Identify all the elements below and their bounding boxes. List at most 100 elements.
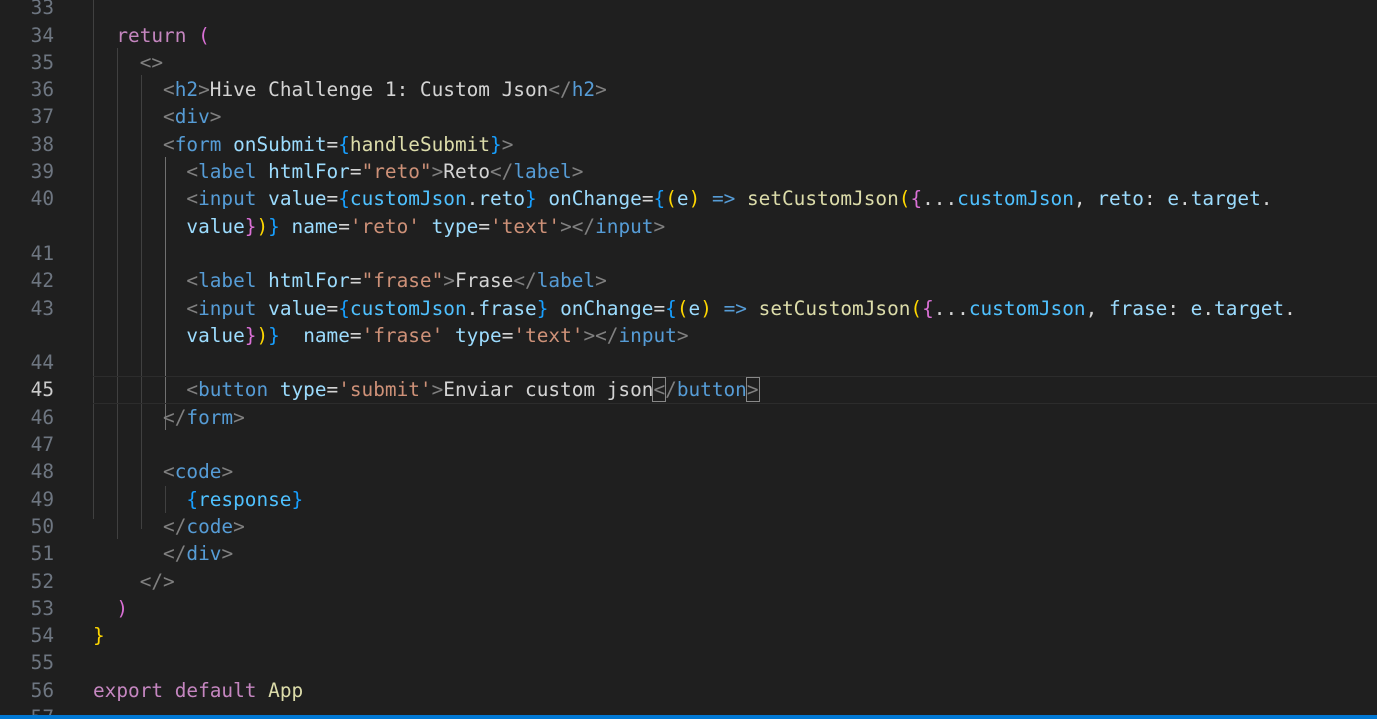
code-token: e [1167, 187, 1180, 211]
code-line[interactable]: 33 [0, 0, 1377, 22]
line-number: 48 [30, 460, 54, 484]
code-token: "frase" [361, 269, 444, 293]
code-token: value [268, 296, 327, 320]
line-code: value})} name='reto' type='text'></input… [93, 213, 665, 240]
code-token: onSubmit [233, 132, 327, 156]
status-bar-edge [0, 715, 1377, 719]
code-line[interactable]: value})} name='reto' type='text'></input… [0, 213, 1377, 240]
code-token: type [455, 323, 502, 347]
code-token: Reto [443, 160, 490, 183]
code-line[interactable]: 56 export default App [0, 677, 1377, 704]
code-token: </ [93, 542, 187, 566]
code-token: > [221, 542, 234, 566]
code-token: < [652, 377, 667, 403]
code-line[interactable]: 48 <code> [0, 458, 1377, 485]
code-token: ( [898, 187, 911, 211]
code-token: . [466, 296, 479, 320]
code-line[interactable]: 36 <h2>Hive Challenge 1: Custom Json</h2… [0, 76, 1377, 103]
line-code: </code> [93, 513, 245, 540]
code-line[interactable]: 38 <form onSubmit={handleSubmit}> [0, 131, 1377, 158]
code-token: > [595, 78, 607, 102]
code-token: default [174, 678, 257, 702]
code-token: customJson [349, 187, 467, 211]
code-token: => [711, 187, 736, 211]
code-token: type [279, 378, 327, 402]
code-line[interactable]: 47 [0, 431, 1377, 458]
code-line[interactable]: 42 <label htmlFor="frase">Frase</label> [0, 267, 1377, 294]
code-editor[interactable]: 33 34 return (35 <> 36 <h2>Hive Challenge … [0, 0, 1377, 719]
code-token: label [198, 269, 257, 293]
code-line[interactable]: 54} [0, 622, 1377, 649]
code-token: > [198, 78, 210, 102]
line-number: 35 [30, 50, 54, 74]
code-token: ) [93, 596, 129, 620]
code-token: = [338, 214, 350, 238]
code-token: . [1179, 187, 1191, 211]
code-token: } [490, 132, 502, 156]
line-code: <label htmlFor="frase">Frase</label> [93, 267, 606, 294]
code-line[interactable]: 35 <> [0, 49, 1377, 76]
code-line[interactable]: 46 </form> [0, 404, 1377, 431]
code-token: frase [478, 296, 537, 320]
code-token: = [326, 187, 339, 211]
line-code: export default App [93, 677, 303, 704]
code-line[interactable]: 49 {response} [0, 486, 1377, 513]
line-code: </div> [93, 540, 233, 567]
code-token: } [291, 487, 304, 511]
code-token: : [1143, 187, 1168, 211]
line-number: 37 [30, 105, 54, 129]
line-number: 56 [30, 678, 54, 702]
code-token: ) [688, 187, 701, 211]
code-token: customJson [957, 187, 1074, 211]
code-line[interactable]: 53 ) [0, 595, 1377, 622]
line-number: 49 [30, 487, 54, 511]
code-line[interactable]: 55 [0, 649, 1377, 676]
code-token: < [93, 269, 199, 293]
code-token: } [536, 296, 549, 320]
code-token: < [93, 160, 199, 183]
code-line[interactable]: 43 <input value={customJson.frase} onCha… [0, 295, 1377, 322]
code-token: ... [933, 296, 969, 320]
code-line[interactable]: 44 [0, 349, 1377, 376]
code-token: > [233, 514, 245, 538]
code-token: ( [910, 296, 923, 320]
code-line[interactable]: 51 </div> [0, 540, 1377, 567]
code-token: input [618, 323, 677, 347]
code-line[interactable]: value})} name='frase' type='text'></inpu… [0, 322, 1377, 349]
code-token: label [513, 160, 572, 183]
code-token: . [1260, 187, 1273, 211]
code-token: > [501, 132, 514, 156]
code-line[interactable]: 41 [0, 240, 1377, 267]
code-token: ) [256, 323, 269, 347]
code-line[interactable]: 52 </> [0, 568, 1377, 595]
code-line[interactable]: 39 <label htmlFor="reto">Reto</label> [0, 158, 1377, 185]
code-token: button [198, 378, 269, 402]
code-token: return [93, 23, 199, 47]
code-line[interactable]: 37 <div> [0, 103, 1377, 130]
code-token: name [303, 323, 350, 347]
line-number: 44 [30, 351, 54, 375]
code-line[interactable]: 50 </code> [0, 513, 1377, 540]
code-token: = [349, 269, 362, 293]
code-token: frase [1108, 296, 1168, 320]
line-number: 55 [30, 651, 54, 675]
code-token: { [665, 296, 677, 320]
line-code: <form onSubmit={handleSubmit}> [93, 131, 513, 158]
code-token: button [676, 378, 747, 402]
code-token: } [244, 214, 257, 238]
code-token: value [93, 323, 245, 347]
code-line[interactable]: 34 return ( [0, 22, 1377, 49]
line-code: <code> [93, 458, 233, 485]
code-line[interactable]: 40 <input value={customJson.reto} onChan… [0, 185, 1377, 212]
code-token: ... [922, 187, 958, 211]
line-number: 38 [30, 132, 54, 156]
code-token: { [922, 296, 934, 320]
code-token: code [186, 514, 234, 538]
code-token: = [641, 187, 654, 211]
code-line[interactable]: 45 <button type='submit'>Enviar custom j… [0, 376, 1377, 403]
